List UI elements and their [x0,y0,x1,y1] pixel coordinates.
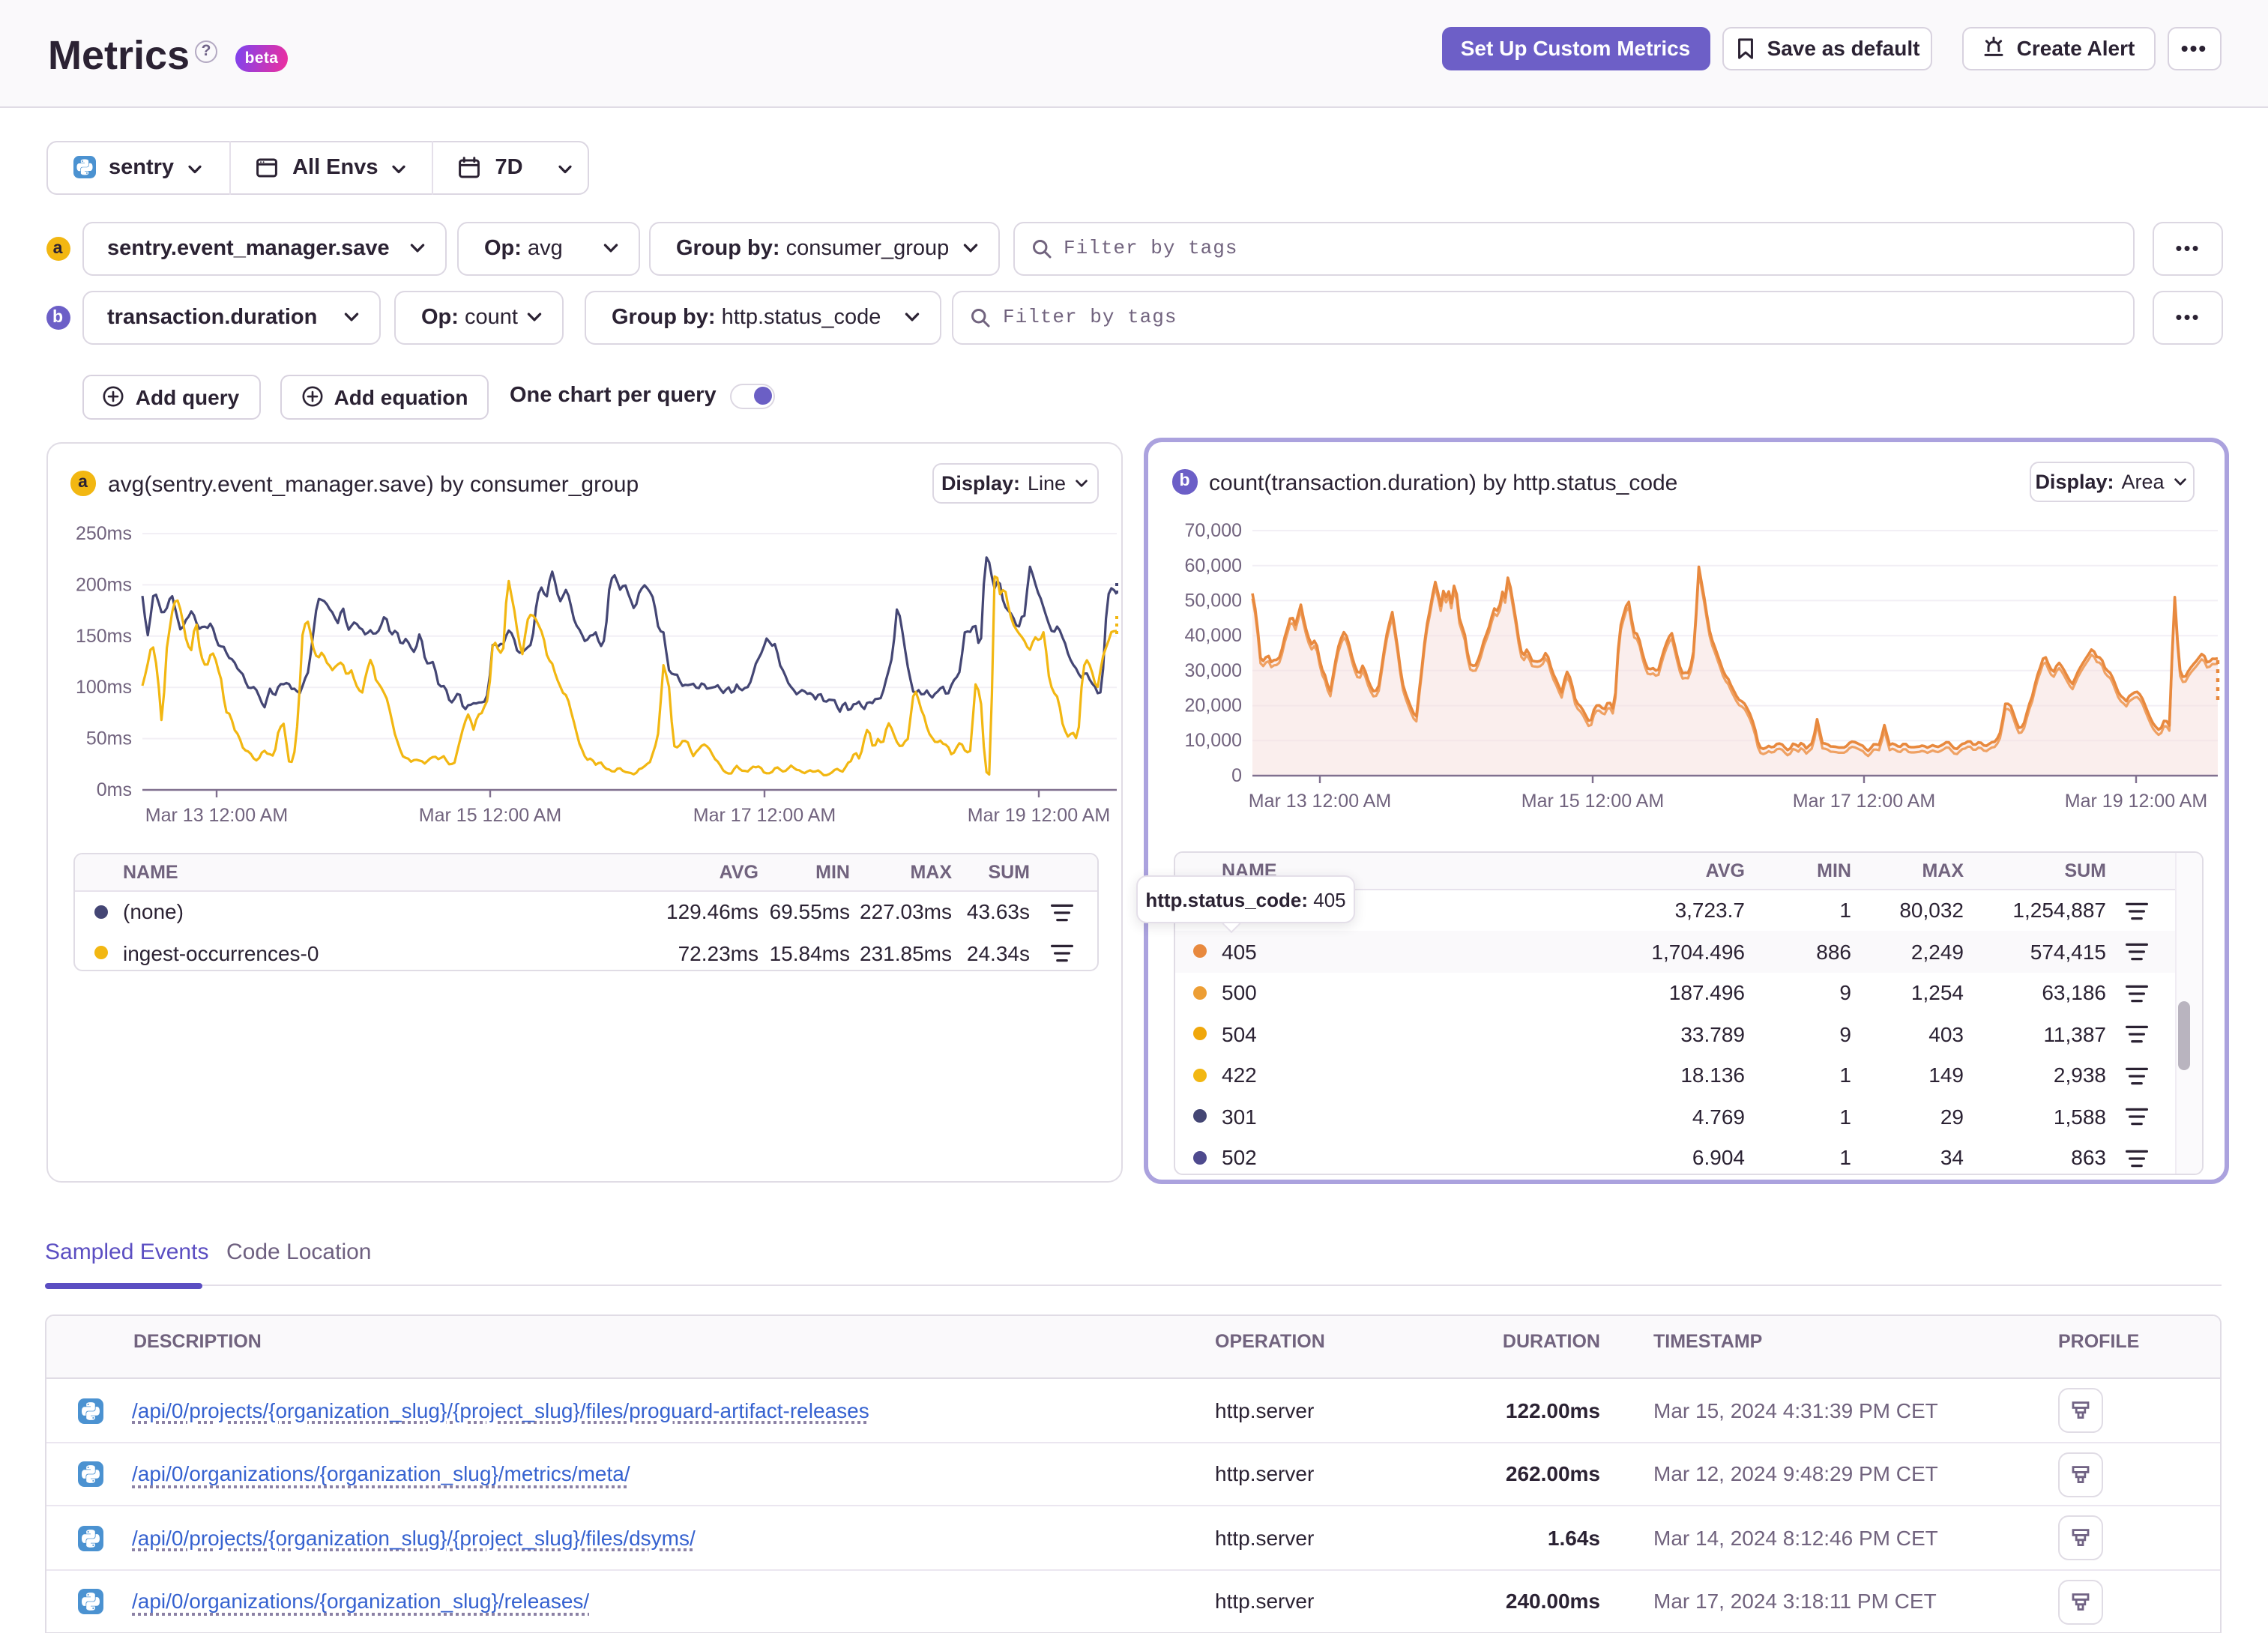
svg-text:Mar 19 12:00 AM: Mar 19 12:00 AM [968,805,1110,826]
svg-text:70,000: 70,000 [1184,520,1241,541]
svg-text:50,000: 50,000 [1184,590,1241,611]
svg-text:Mar 15 12:00 AM: Mar 15 12:00 AM [1521,791,1663,812]
svg-text:0ms: 0ms [97,779,132,800]
svg-text:Mar 17 12:00 AM: Mar 17 12:00 AM [693,805,836,826]
svg-text:Mar 15 12:00 AM: Mar 15 12:00 AM [419,805,561,826]
svg-text:0: 0 [1231,765,1241,786]
svg-text:20,000: 20,000 [1184,695,1241,716]
svg-text:Mar 13 12:00 AM: Mar 13 12:00 AM [145,805,288,826]
svg-text:200ms: 200ms [76,574,132,595]
svg-text:30,000: 30,000 [1184,660,1241,681]
svg-text:60,000: 60,000 [1184,555,1241,576]
svg-text:50ms: 50ms [86,728,132,749]
svg-text:Mar 19 12:00 AM: Mar 19 12:00 AM [2064,791,2207,812]
svg-text:Mar 13 12:00 AM: Mar 13 12:00 AM [1248,791,1390,812]
svg-text:100ms: 100ms [76,677,132,698]
svg-text:250ms: 250ms [76,523,132,544]
svg-text:Mar 17 12:00 AM: Mar 17 12:00 AM [1792,791,1934,812]
svg-text:150ms: 150ms [76,626,132,647]
svg-text:10,000: 10,000 [1184,730,1241,751]
svg-text:40,000: 40,000 [1184,625,1241,646]
